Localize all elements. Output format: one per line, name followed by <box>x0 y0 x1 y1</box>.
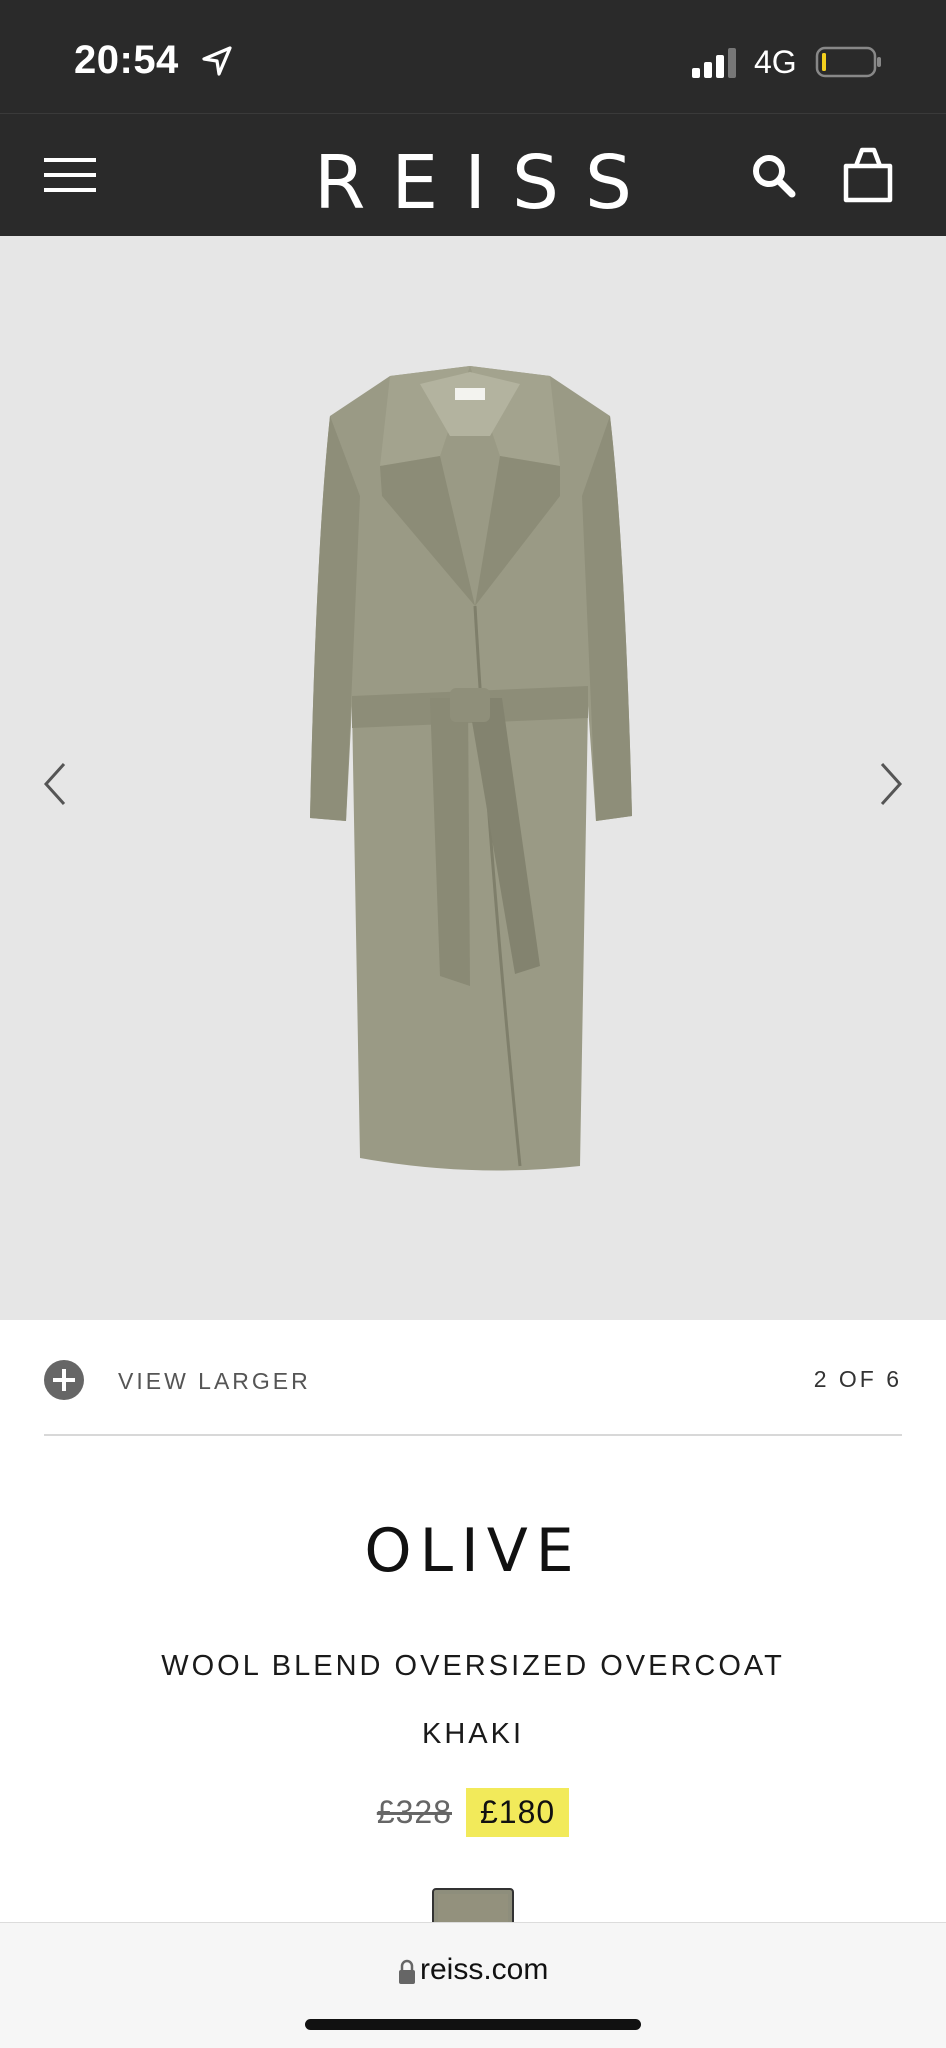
product-brand: OLIVE <box>364 1516 582 1586</box>
next-image-arrow-icon[interactable] <box>874 756 910 812</box>
view-larger-row: VIEW LARGER 2 OF 6 <box>44 1360 902 1406</box>
original-price: £328 <box>376 1794 452 1830</box>
view-larger-button[interactable]: VIEW LARGER <box>118 1368 311 1395</box>
search-icon[interactable] <box>748 150 800 202</box>
coat-illustration <box>310 366 632 1171</box>
product-image[interactable] <box>0 236 946 1320</box>
location-arrow-icon <box>202 46 232 76</box>
home-indicator <box>305 2019 641 2030</box>
previous-image-arrow-icon[interactable] <box>36 756 72 812</box>
price-row: £328 £180 <box>0 1788 946 1840</box>
battery-icon <box>815 46 881 78</box>
browser-address-bar[interactable]: reiss.com <box>0 1922 946 2048</box>
url-text[interactable]: reiss.com <box>420 1953 548 1987</box>
plus-circle-icon[interactable] <box>44 1360 84 1400</box>
product-color: KHAKI <box>421 1718 525 1750</box>
product-name: WOOL BLEND OVERSIZED OVERCOAT <box>161 1650 785 1682</box>
bag-icon[interactable] <box>838 144 898 204</box>
brand-logo[interactable]: REISS <box>0 140 946 226</box>
divider <box>44 1434 902 1436</box>
lock-icon <box>399 1959 415 1984</box>
site-header: REISS <box>0 113 946 236</box>
image-counter: 2 OF 6 <box>813 1366 902 1392</box>
status-time: 20:54 <box>74 38 179 82</box>
sale-price: £180 <box>466 1788 570 1837</box>
status-bar: 20:54 4G <box>0 0 946 113</box>
network-type: 4G <box>754 44 797 80</box>
signal-icon <box>692 48 736 78</box>
